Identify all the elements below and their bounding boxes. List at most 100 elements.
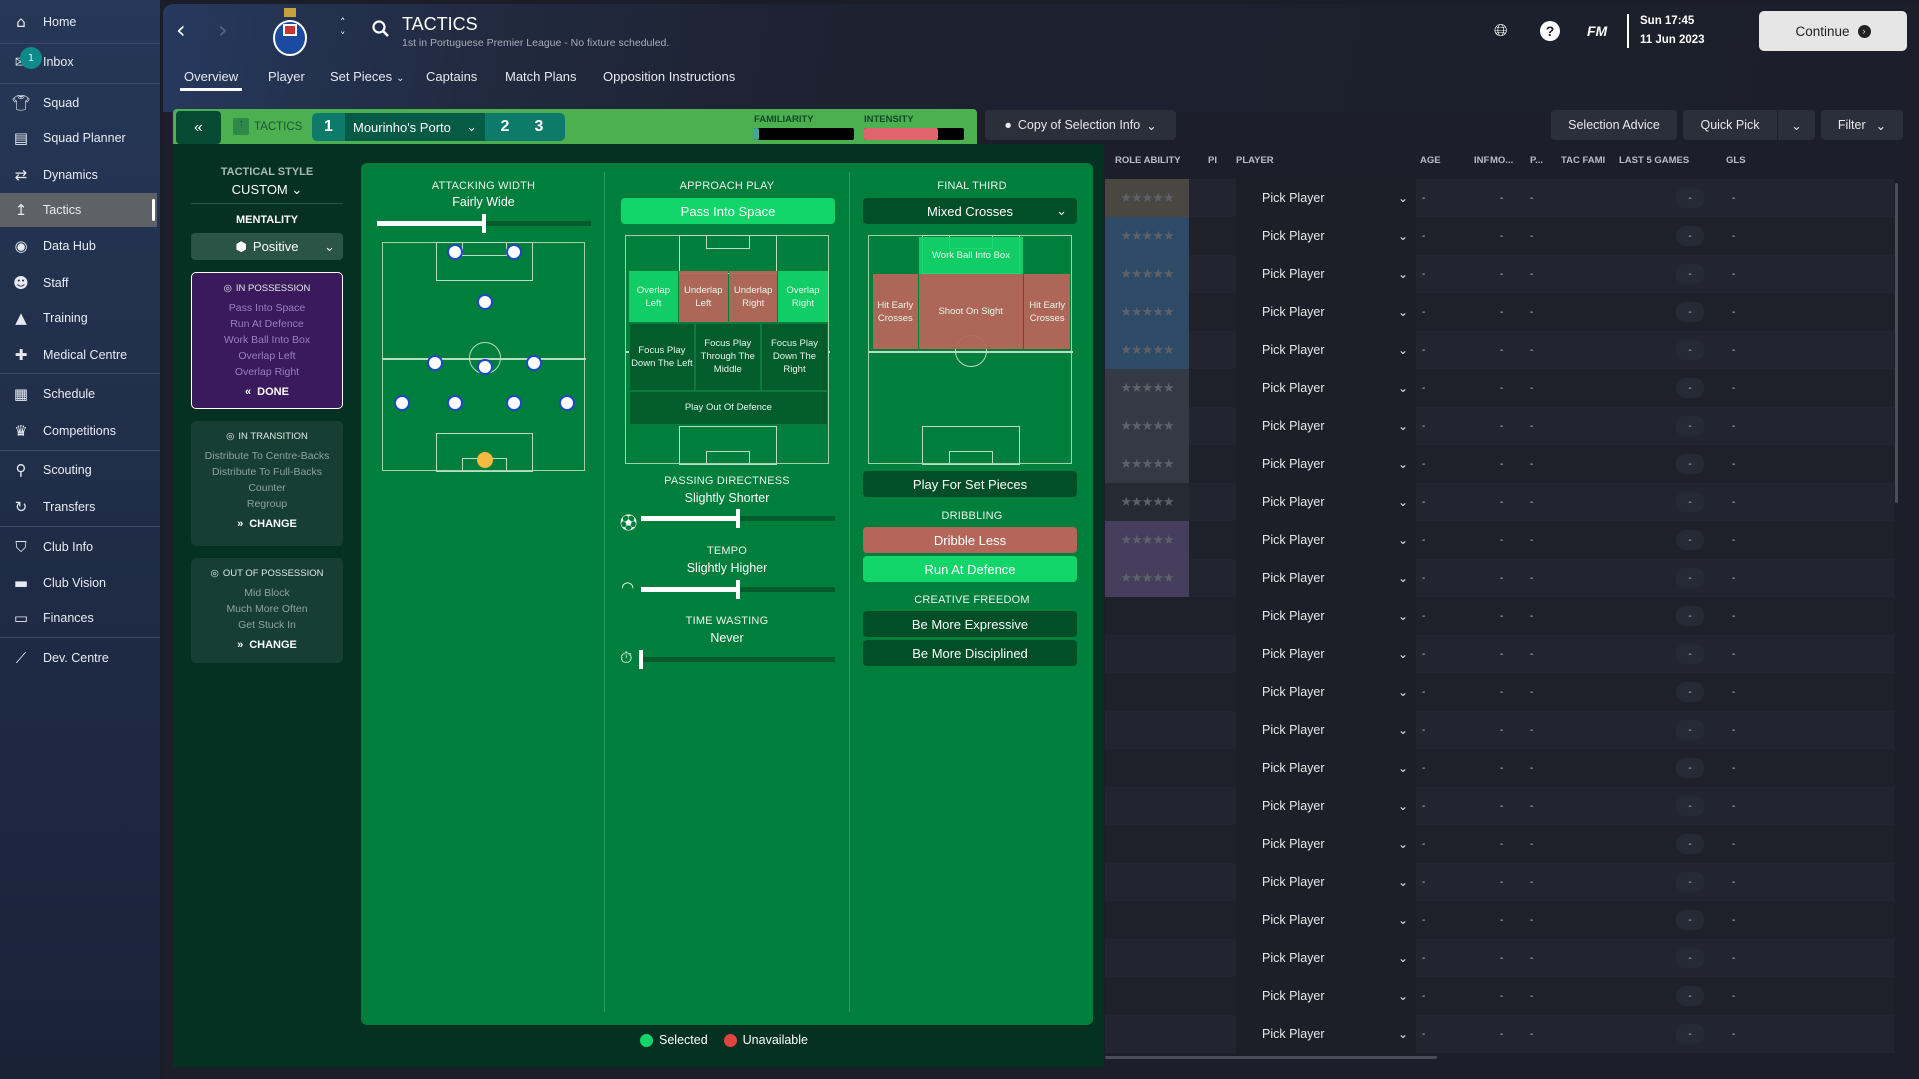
approach-zone-underlap-right[interactable]: Underlap Right [729, 271, 778, 322]
be-more-disciplined-button[interactable]: Be More Disciplined [863, 640, 1077, 666]
table-row[interactable]: ★★★★★ Pick Player ⌄ - - - - - [1105, 331, 1894, 369]
table-row[interactable]: Pick Player ⌄ - - - - - [1105, 635, 1894, 673]
pick-player-dropdown[interactable]: Pick Player ⌄ [1236, 483, 1416, 521]
table-row[interactable]: Pick Player ⌄ - - - - - [1105, 863, 1894, 901]
continue-button[interactable]: Continue › [1759, 11, 1907, 51]
sidebar-item-tactics[interactable]: ↥ Tactics [0, 193, 157, 227]
sidebar-item-training[interactable]: ▲ Training [0, 301, 157, 335]
approach-zone-overlap-left[interactable]: Overlap Left [629, 271, 678, 322]
pick-player-dropdown[interactable]: Pick Player ⌄ [1236, 255, 1416, 293]
pick-player-dropdown[interactable]: Pick Player ⌄ [1236, 673, 1416, 711]
sidebar-item-home[interactable]: ⌂ Home [0, 5, 157, 39]
time-wasting-slider[interactable] [639, 650, 835, 669]
approach-zone-focus-play-down-the-right[interactable]: Focus Play Down The Right [761, 322, 828, 391]
final-third-zone-shoot-on-sight[interactable]: Shoot On Sight [918, 274, 1023, 349]
tab-opposition-instructions[interactable]: Opposition Instructions [603, 69, 735, 84]
column-header-gls[interactable]: GLS [1726, 155, 1746, 166]
approach-zone-overlap-right[interactable]: Overlap Right [778, 271, 828, 322]
pick-player-dropdown[interactable]: Pick Player ⌄ [1236, 179, 1416, 217]
sidebar-item-medical-centre[interactable]: ✚ Medical Centre [0, 338, 157, 372]
pick-player-dropdown[interactable]: Pick Player ⌄ [1236, 901, 1416, 939]
table-row[interactable]: ★★★★★ Pick Player ⌄ - - - - - [1105, 407, 1894, 445]
approach-zone-focus-play-down-the-left[interactable]: Focus Play Down The Left [629, 322, 695, 391]
search-icon[interactable] [372, 20, 390, 43]
tab-captains[interactable]: Captains [426, 69, 477, 84]
forward-button[interactable]: › [218, 16, 228, 44]
be-more-expressive-button[interactable]: Be More Expressive [863, 611, 1077, 637]
pick-player-dropdown[interactable]: Pick Player ⌄ [1236, 977, 1416, 1015]
tactic-slot-1[interactable]: 1 [312, 118, 345, 136]
mentality-dropdown[interactable]: ⬢ Positive ⌄ [191, 233, 343, 260]
player-marker[interactable] [505, 244, 522, 261]
sidebar-item-squad-planner[interactable]: ▤ Squad Planner [0, 121, 157, 155]
tab-overview[interactable]: Overview [179, 69, 243, 91]
sidebar-item-club-vision[interactable]: ▬ Club Vision [0, 566, 157, 600]
tab-set-pieces[interactable]: Set Pieces ⌄ [330, 69, 405, 84]
pick-player-dropdown[interactable]: Pick Player ⌄ [1236, 939, 1416, 977]
club-switch-arrows[interactable]: ˄ ˅ [340, 16, 346, 44]
pick-player-dropdown[interactable]: Pick Player ⌄ [1236, 749, 1416, 787]
tab-player[interactable]: Player [268, 69, 305, 84]
column-header-age[interactable]: AGE [1420, 155, 1441, 166]
table-row[interactable]: ★★★★★ Pick Player ⌄ - - - - - [1105, 559, 1894, 597]
table-row[interactable]: Pick Player ⌄ - - - - - [1105, 1015, 1894, 1053]
column-header-inf[interactable]: INF [1474, 155, 1489, 166]
table-row[interactable]: Pick Player ⌄ - - - - - [1105, 673, 1894, 711]
pick-player-dropdown[interactable]: Pick Player ⌄ [1236, 293, 1416, 331]
approach-zone-play-out-of-defence[interactable]: Play Out Of Defence [629, 391, 828, 425]
table-row[interactable]: Pick Player ⌄ - - - - - [1105, 977, 1894, 1015]
pick-player-dropdown[interactable]: Pick Player ⌄ [1236, 331, 1416, 369]
tab-match-plans[interactable]: Match Plans [505, 69, 577, 84]
familiarity-bar[interactable] [754, 128, 854, 140]
sidebar-item-dynamics[interactable]: ⇄ Dynamics [0, 158, 157, 192]
pick-player-dropdown[interactable]: Pick Player ⌄ [1236, 1015, 1416, 1053]
pick-player-dropdown[interactable]: Pick Player ⌄ [1236, 521, 1416, 559]
globe-icon[interactable]: 🌐︎ [1494, 21, 1508, 41]
horizontal-scrollbar[interactable] [1105, 1056, 1437, 1059]
dribble-less-button[interactable]: Dribble Less [863, 527, 1077, 553]
table-row[interactable]: Pick Player ⌄ - - - - - [1105, 749, 1894, 787]
phase-in-possession[interactable]: ◎ IN POSSESSION Pass Into Space Run At Defe… [191, 272, 343, 409]
player-marker[interactable] [476, 294, 493, 311]
intensity-bar[interactable] [864, 128, 964, 140]
column-header-mo-[interactable]: MO... [1490, 155, 1513, 166]
sidebar-item-data-hub[interactable]: ◉ Data Hub [0, 229, 157, 263]
table-row[interactable]: ★★★★★ Pick Player ⌄ - - - - - [1105, 445, 1894, 483]
fm-menu-button[interactable]: FM [1587, 23, 1607, 39]
play-for-set-pieces-button[interactable]: Play For Set Pieces [863, 471, 1077, 497]
column-header-player[interactable]: PLAYER [1236, 155, 1274, 166]
sidebar-item-transfers[interactable]: ↻ Transfers [0, 490, 157, 524]
column-header-tac-fami[interactable]: TAC FAMI [1561, 155, 1605, 166]
table-row[interactable]: ★★★★★ Pick Player ⌄ - - - - - [1105, 369, 1894, 407]
quick-pick-dropdown[interactable]: ⌄ [1778, 110, 1815, 140]
pick-player-dropdown[interactable]: Pick Player ⌄ [1236, 787, 1416, 825]
pick-player-dropdown[interactable]: Pick Player ⌄ [1236, 863, 1416, 901]
sidebar-item-inbox[interactable]: ✉1Inbox [0, 45, 157, 79]
table-row[interactable]: Pick Player ⌄ - - - - - [1105, 787, 1894, 825]
approach-zone-underlap-left[interactable]: Underlap Left [678, 271, 728, 322]
pick-player-dropdown[interactable]: Pick Player ⌄ [1236, 369, 1416, 407]
player-marker[interactable] [426, 354, 443, 371]
column-header-pi[interactable]: PI [1208, 155, 1217, 166]
phase-change-button[interactable]: » CHANGE [191, 639, 343, 651]
sidebar-item-finances[interactable]: ▭ Finances [0, 601, 157, 635]
table-row[interactable]: ★★★★★ Pick Player ⌄ - - - - - [1105, 217, 1894, 255]
table-row[interactable]: Pick Player ⌄ - - - - - [1105, 711, 1894, 749]
tactic-slot-3[interactable]: 3 [525, 118, 553, 136]
pick-player-dropdown[interactable]: Pick Player ⌄ [1236, 711, 1416, 749]
final-third-dropdown[interactable]: Mixed Crosses ⌄ [863, 198, 1077, 224]
sidebar-item-schedule[interactable]: ▦ Schedule [0, 377, 157, 411]
back-button[interactable]: ‹ [176, 16, 186, 44]
sidebar-item-squad[interactable]: 👕︎ Squad [0, 86, 157, 120]
sidebar-item-club-info[interactable]: ⛉ Club Info [0, 530, 157, 564]
final-third-zone-hit-early-crosses[interactable]: Hit Early Crosses [1024, 274, 1071, 349]
pick-player-dropdown[interactable]: Pick Player ⌄ [1236, 597, 1416, 635]
collapse-button[interactable]: « [176, 111, 221, 144]
pick-player-dropdown[interactable]: Pick Player ⌄ [1236, 635, 1416, 673]
vertical-scrollbar[interactable] [1895, 183, 1898, 503]
goalkeeper-marker[interactable] [476, 452, 493, 469]
player-marker[interactable] [505, 394, 522, 411]
approach-zone-focus-play-through-the-middle[interactable]: Focus Play Through The Middle [694, 322, 761, 391]
player-marker[interactable] [393, 394, 410, 411]
column-header-role-ability[interactable]: ROLE ABILITY [1115, 155, 1181, 166]
